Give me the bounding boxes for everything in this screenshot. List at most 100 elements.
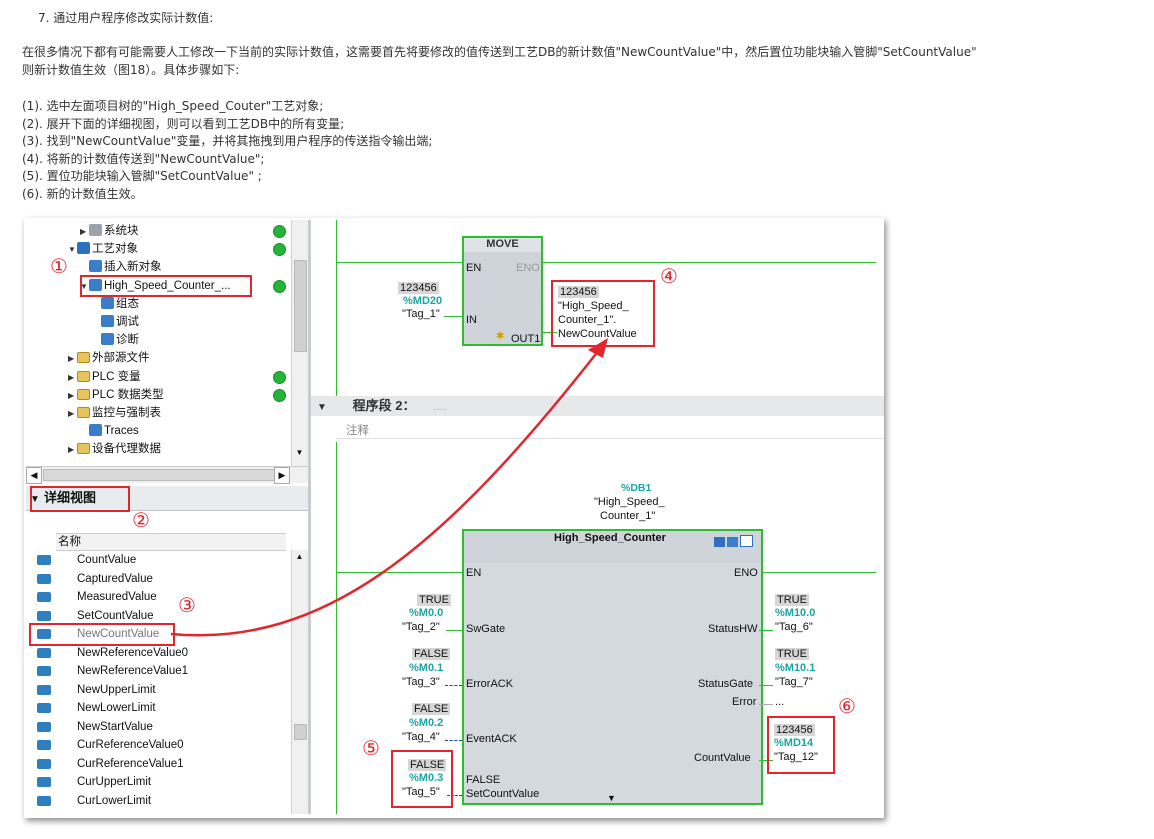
detail-variable-row[interactable]: CurReferenceValue0 (26, 736, 286, 754)
rung-2-right (761, 572, 876, 573)
tree-item[interactable]: ▼ 工艺对象 (68, 240, 138, 258)
variable-name: NewReferenceValue0 (77, 646, 189, 659)
scroll-left-icon[interactable]: ◀ (26, 467, 42, 484)
tree-item[interactable]: ▶ PLC 数据类型 (68, 386, 164, 404)
diagnostic-icon[interactable] (740, 535, 753, 547)
expand-arrow-icon[interactable]: ▶ (68, 405, 77, 423)
star-icon: ✱ (496, 331, 505, 342)
object-icon (77, 242, 90, 255)
detail-variable-row[interactable]: NewStartValue (26, 718, 286, 736)
detail-variable-row[interactable]: NewLowerLimit (26, 699, 286, 717)
status-ok-icon (273, 243, 286, 257)
detail-variable-row[interactable]: NewUpperLimit (26, 681, 286, 699)
object-icon (89, 224, 102, 236)
eventack-wire (445, 740, 462, 741)
db-name-line2[interactable]: Counter_1" (600, 510, 655, 522)
expand-arrow-icon[interactable]: ▶ (68, 387, 77, 405)
network-2-comment[interactable]: 注释 (346, 422, 369, 438)
tree-item[interactable]: ▶ 外部源文件 (68, 349, 150, 367)
fb-eventack-pin[interactable]: EventACK (466, 733, 517, 745)
folder-icon (77, 388, 90, 400)
erroracK-tag[interactable]: "Tag_3" (402, 676, 440, 688)
tree-item-label: 组态 (116, 297, 139, 310)
detail-variable-row[interactable]: CurUpperLimit (26, 773, 286, 791)
scroll-right-icon[interactable]: ▶ (274, 467, 290, 484)
tree-hscroll-thumb[interactable] (43, 469, 275, 481)
tree-vertical-scrollbar[interactable]: ▼ (291, 220, 308, 466)
variable-name: CapturedValue (77, 572, 153, 585)
fb-statushw-pin[interactable]: StatusHW (708, 623, 758, 635)
fb-statusgate-pin[interactable]: StatusGate (698, 678, 753, 690)
collapse-icon[interactable]: ▼ (311, 398, 333, 418)
detail-variable-row[interactable]: CapturedValue (26, 570, 286, 588)
variable-name: CurReferenceValue1 (77, 757, 184, 770)
db-address[interactable]: %DB1 (621, 482, 651, 494)
variable-icon (37, 666, 51, 676)
tree-item-label: PLC 变量 (92, 370, 141, 383)
eventack-tag[interactable]: "Tag_4" (402, 731, 440, 743)
tree-scroll-down-icon[interactable]: ▼ (294, 448, 305, 462)
tree-item[interactable]: 插入新对象 (80, 258, 162, 276)
statushw-tag[interactable]: "Tag_6" (775, 621, 813, 633)
tree-item[interactable]: 调试 (92, 313, 139, 331)
move-block[interactable]: MOVE EN ENO IN OUT1 ✱ (462, 236, 543, 346)
error-tag[interactable]: ... (775, 696, 784, 708)
move-en-pin[interactable]: EN (466, 262, 481, 274)
expand-arrow-icon[interactable]: ▶ (68, 441, 77, 459)
fb-eno-pin[interactable]: ENO (734, 567, 758, 579)
move-in-tag[interactable]: "Tag_1" (402, 308, 440, 320)
ladder-editor: MOVE EN ENO IN OUT1 ✱ 123456 %MD20 "Tag_… (311, 220, 884, 814)
network-2-header[interactable]: ▼ 程序段 2： ..... (311, 396, 884, 416)
expand-arrow-icon[interactable]: ▼ (68, 241, 77, 259)
detail-vertical-scrollbar[interactable]: ▲ (291, 550, 308, 814)
tree-item[interactable]: ▶ 系统块 (80, 222, 139, 240)
tree-item[interactable]: ▶ PLC 变量 (68, 368, 141, 386)
move-in-address[interactable]: %MD20 (403, 295, 442, 307)
move-in-pin[interactable]: IN (466, 314, 477, 326)
tree-item[interactable]: 组态 (92, 295, 139, 313)
move-out-pin[interactable]: OUT1 (511, 333, 540, 345)
tree-horizontal-scrollbar[interactable]: ◀ ▶ (26, 466, 308, 484)
tree-item[interactable]: ▶ 设备代理数据 (68, 440, 161, 458)
statusgate-wire (759, 685, 773, 686)
detail-variable-row[interactable]: CurReferenceValue1 (26, 755, 286, 773)
expand-arrow-icon[interactable]: ▶ (68, 350, 77, 368)
expand-arrow-icon[interactable]: ▶ (68, 369, 77, 387)
fb-swgate-pin[interactable]: SwGate (466, 623, 505, 635)
tree-item[interactable]: Traces (80, 422, 139, 440)
status-ok-icon (273, 388, 286, 402)
erroracK-address[interactable]: %M0.1 (409, 662, 443, 674)
fb-error-pin[interactable]: Error (732, 696, 756, 708)
fb-setcountvalue-pin[interactable]: SetCountValue (466, 788, 539, 800)
fb-en-pin[interactable]: EN (466, 567, 481, 579)
swgate-address[interactable]: %M0.0 (409, 607, 443, 619)
commissioning-icon[interactable] (727, 537, 738, 547)
move-eno-pin[interactable]: ENO (516, 262, 540, 274)
statusgate-address[interactable]: %M10.1 (775, 662, 815, 674)
detail-variable-row[interactable]: CountValue (26, 551, 286, 569)
step-6: (6). 新的计数值生效。 (22, 186, 143, 201)
detail-variable-row[interactable]: NewReferenceValue1 (26, 662, 286, 680)
db-name-line1[interactable]: "High_Speed_ (594, 496, 665, 508)
expand-icon[interactable]: ▼ (607, 793, 616, 803)
config-icon[interactable] (714, 537, 725, 547)
detail-scroll-thumb[interactable] (294, 724, 307, 740)
comment-divider (336, 438, 884, 439)
tree-item[interactable]: 诊断 (92, 331, 139, 349)
high-speed-counter-block[interactable]: High_Speed_Counter EN ENO SwGate ErrorAC… (462, 529, 763, 805)
tree-item[interactable]: ▶ 监控与强制表 (68, 404, 161, 422)
detail-variable-row[interactable]: SetCountValue (26, 607, 286, 625)
detail-scroll-up-icon[interactable]: ▲ (294, 552, 305, 564)
fb-erroracK-pin[interactable]: ErrorACK (466, 678, 513, 690)
eventack-address[interactable]: %M0.2 (409, 717, 443, 729)
statusgate-tag[interactable]: "Tag_7" (775, 676, 813, 688)
column-header-name[interactable]: 名称 (56, 533, 286, 551)
fb-countvalue-pin[interactable]: CountValue (694, 752, 751, 764)
statushw-address[interactable]: %M10.0 (775, 607, 815, 619)
tree-scroll-thumb[interactable] (294, 260, 307, 352)
expand-arrow-icon[interactable]: ▶ (80, 223, 89, 241)
detail-variable-row[interactable]: NewReferenceValue0 (26, 644, 286, 662)
swgate-tag[interactable]: "Tag_2" (402, 621, 440, 633)
detail-variable-row[interactable]: CurLowerLimit (26, 792, 286, 810)
detail-variable-row[interactable]: MeasuredValue (26, 588, 286, 606)
